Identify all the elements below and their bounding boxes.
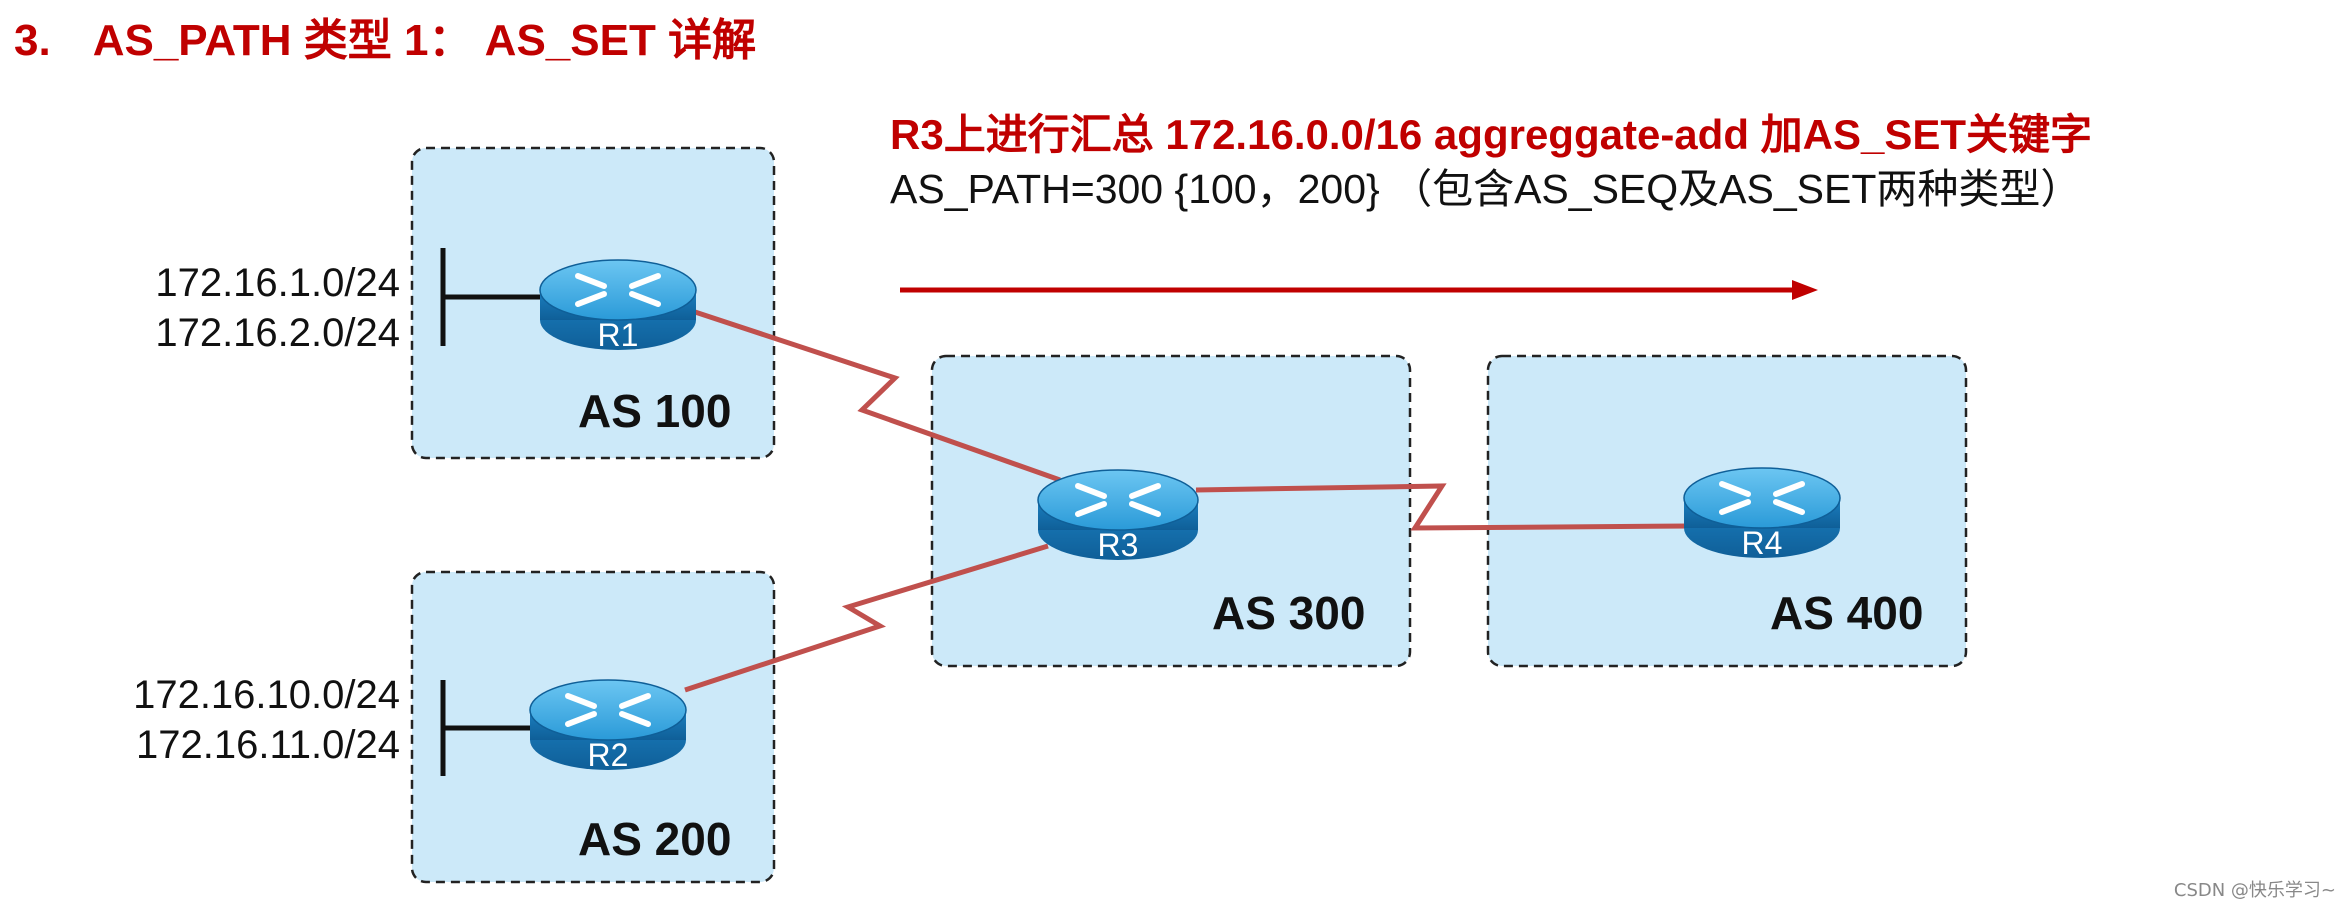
networks-r1: 172.16.1.0/24 172.16.2.0/24 [155, 258, 400, 358]
network-r1-1: 172.16.1.0/24 [155, 261, 400, 305]
watermark: CSDN @快乐学习~ [2173, 880, 2336, 901]
router-label-r2: R2 [588, 737, 629, 773]
router-icon[interactable]: R3 [1037, 469, 1199, 563]
as-label-300: AS 300 [1212, 587, 1366, 639]
router-icon[interactable]: R1 [539, 259, 697, 353]
router-icon[interactable]: R2 [529, 679, 687, 773]
topology-svg: R1 R2 R3 R4 [410, 146, 1968, 884]
router-label-r4: R4 [1742, 525, 1783, 561]
diagram-canvas: 3. AS_PATH 类型 1： AS_SET 详解 R3上进行汇总 172.16… [0, 0, 2346, 908]
networks-r2: 172.16.10.0/24 172.16.11.0/24 [133, 670, 400, 770]
network-r2-1: 172.16.10.0/24 [133, 673, 400, 717]
router-icon[interactable]: R4 [1683, 467, 1841, 561]
as-label-400: AS 400 [1770, 587, 1924, 639]
router-label-r1: R1 [598, 317, 639, 353]
network-r2-2: 172.16.11.0/24 [136, 723, 400, 767]
as-label-200: AS 200 [578, 813, 732, 865]
arrow-right-icon [900, 280, 1818, 300]
network-r1-2: 172.16.2.0/24 [155, 311, 400, 355]
router-label-r3: R3 [1098, 527, 1139, 563]
as-label-100: AS 100 [578, 385, 732, 437]
